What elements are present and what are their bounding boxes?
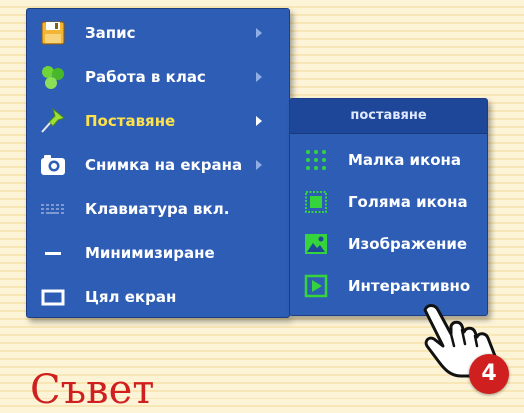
group-icon [42, 66, 64, 89]
play-icon [304, 274, 328, 298]
submenu-item-label: Малка икона [348, 151, 462, 169]
small-icon-grid-icon [306, 150, 326, 170]
pin-icon [41, 107, 66, 133]
menu-item-insert[interactable]: Поставяне [27, 99, 289, 143]
minimize-icon [45, 252, 61, 255]
menu-item-label: Запис [85, 24, 136, 42]
submenu-title: поставяне [290, 99, 487, 134]
submenu-item-label: Изображение [348, 235, 468, 253]
menu-item-label: Поставяне [85, 112, 176, 130]
menu-item-save[interactable]: Запис [27, 11, 289, 55]
submenu-arrow-icon [256, 160, 262, 170]
menu-item-label: Минимизиране [85, 244, 215, 262]
main-menu: Запис Работа в клас Поставяне Снимка на … [26, 8, 290, 318]
save-icon [41, 21, 65, 45]
keyboard-icon [41, 204, 64, 214]
menu-item-label: Работа в клас [85, 68, 206, 86]
tip-caption: Съвет [30, 367, 155, 413]
submenu-item-large-icon[interactable]: Голяма икона [290, 181, 487, 223]
fullscreen-icon [41, 289, 65, 306]
menu-item-keyboard[interactable]: Клавиатура вкл. [27, 187, 289, 231]
menu-item-screenshot[interactable]: Снимка на екрана [27, 143, 289, 187]
insert-submenu: поставяне Малка икона Голяма икона Изобр… [289, 98, 488, 316]
menu-item-classwork[interactable]: Работа в клас [27, 55, 289, 99]
submenu-item-small-icon[interactable]: Малка икона [290, 139, 487, 181]
menu-item-label: Клавиатура вкл. [85, 200, 230, 218]
camera-icon [41, 155, 65, 175]
menu-item-label: Снимка на екрана [85, 156, 243, 174]
submenu-arrow-icon [256, 28, 262, 38]
submenu-item-label: Голяма икона [348, 193, 468, 211]
step-number-badge: 4 [469, 354, 509, 394]
submenu-item-image[interactable]: Изображение [290, 223, 487, 265]
menu-item-label: Цял екран [85, 288, 177, 306]
menu-item-fullscreen[interactable]: Цял екран [27, 275, 289, 319]
submenu-arrow-icon [256, 116, 262, 126]
menu-item-minimize[interactable]: Минимизиране [27, 231, 289, 275]
large-icon-frame-icon [305, 191, 327, 213]
image-icon [305, 234, 327, 254]
submenu-arrow-icon [256, 72, 262, 82]
